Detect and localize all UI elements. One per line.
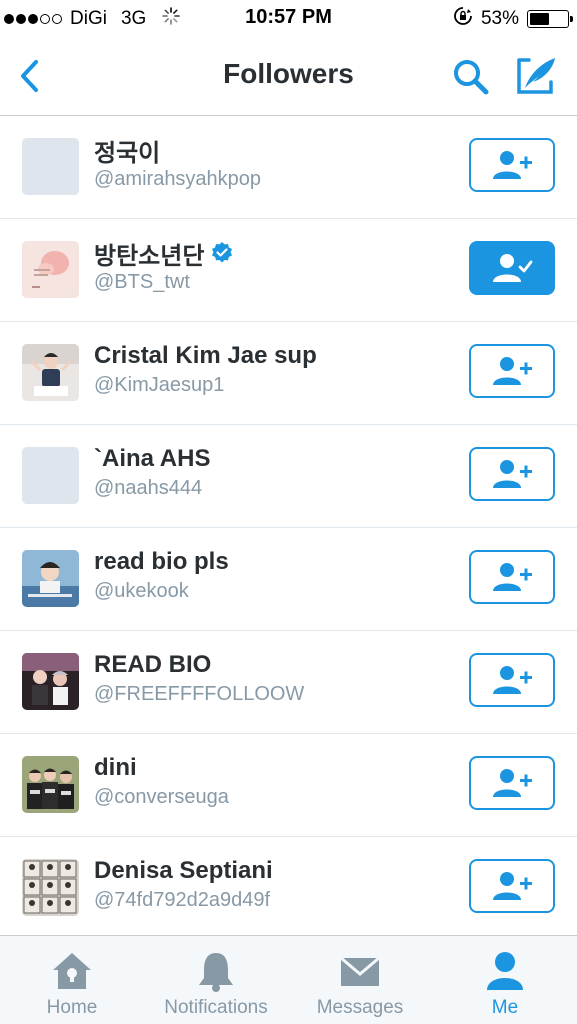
tab-label: Me — [491, 997, 519, 1018]
tab-me[interactable]: Me — [470, 936, 540, 1024]
add-user-icon — [493, 151, 532, 179]
follower-row[interactable]: 정국이 @amirahsyahkpop — [0, 116, 577, 219]
battery-level — [530, 13, 550, 25]
person-icon — [485, 950, 525, 992]
search-icon — [454, 60, 489, 95]
follow-button[interactable] — [469, 550, 555, 604]
follower-display-name: `Aina AHS — [94, 443, 454, 475]
follower-names: read bio pls @ukekook — [94, 546, 454, 603]
add-user-icon — [493, 563, 532, 591]
follower-names: dini @converseuga — [94, 752, 454, 809]
nav-bar: Followers — [0, 38, 577, 116]
avatar[interactable] — [22, 241, 79, 298]
following-button[interactable] — [469, 241, 555, 295]
follower-display-name: 정국이 — [94, 134, 454, 167]
follower-row[interactable]: READ BIO @FREEFFFFOLLOOW — [0, 631, 577, 734]
follower-handle: @amirahsyahkpop — [94, 168, 262, 190]
tab-messages[interactable]: Messages — [306, 936, 414, 1024]
battery-icon — [527, 10, 573, 28]
status-right: 53% — [453, 6, 573, 32]
tab-label: Home — [46, 997, 98, 1018]
follow-button[interactable] — [469, 344, 555, 398]
avatar[interactable] — [22, 344, 79, 401]
battery-percent: 53% — [480, 8, 519, 29]
avatar[interactable] — [22, 756, 79, 813]
follower-names: 방탄소년단 @BTS_twt — [94, 237, 454, 294]
follow-button[interactable] — [469, 859, 555, 913]
follower-name-text: Cristal Kim Jae sup — [94, 342, 317, 369]
follow-button[interactable] — [469, 756, 555, 810]
follower-handle: @BTS_twt — [94, 271, 190, 293]
bell-icon — [196, 950, 236, 992]
follower-row[interactable]: dini @converseuga — [0, 734, 577, 837]
follower-row[interactable]: Cristal Kim Jae sup @KimJaesup1 — [0, 322, 577, 425]
avatar[interactable] — [22, 550, 79, 607]
follower-display-name: Cristal Kim Jae sup — [94, 340, 454, 372]
compose-quill-icon — [517, 58, 555, 94]
add-user-icon — [493, 666, 532, 694]
follower-display-name: read bio pls — [94, 546, 454, 578]
add-user-icon — [493, 357, 532, 385]
follow-button[interactable] — [469, 138, 555, 192]
tab-label: Notifications — [164, 997, 268, 1018]
follower-handle: @FREEFFFFOLLOOW — [94, 683, 305, 705]
add-user-icon — [493, 460, 532, 488]
follower-name-text: Denisa Septiani — [94, 857, 273, 884]
follower-display-name: READ BIO — [94, 649, 454, 681]
status-bar: DiGi 3G 10:57 PM 53% — [0, 0, 577, 38]
avatar[interactable] — [22, 653, 79, 710]
envelope-icon — [339, 950, 381, 992]
tab-bar: Home Notifications Messages Me — [0, 935, 577, 1024]
add-user-icon — [493, 872, 532, 900]
avatar[interactable] — [22, 859, 79, 916]
follower-names: READ BIO @FREEFFFFOLLOOW — [94, 649, 454, 706]
follow-button[interactable] — [469, 653, 555, 707]
follower-display-name: Denisa Septiani — [94, 855, 454, 887]
search-button[interactable] — [450, 56, 492, 98]
followers-list: 정국이 @amirahsyahkpop 방탄소년단 @BTS_twt Crist… — [0, 116, 577, 940]
follower-names: Cristal Kim Jae sup @KimJaesup1 — [94, 340, 454, 397]
follower-handle: @74fd792d2a9d49f — [94, 889, 271, 911]
avatar[interactable] — [22, 138, 79, 195]
follower-handle: @naahs444 — [94, 477, 203, 499]
follower-name-text: read bio pls — [94, 548, 229, 575]
follower-handle: @ukekook — [94, 580, 189, 602]
follower-display-name: 방탄소년단 — [94, 237, 454, 270]
compose-tweet-button[interactable] — [515, 56, 559, 96]
follow-button[interactable] — [469, 447, 555, 501]
follower-row[interactable]: read bio pls @ukekook — [0, 528, 577, 631]
tab-label: Messages — [316, 997, 404, 1018]
follower-names: Denisa Septiani @74fd792d2a9d49f — [94, 855, 454, 912]
follower-name-text: `Aina AHS — [94, 445, 211, 472]
follower-row[interactable]: `Aina AHS @naahs444 — [0, 425, 577, 528]
follower-display-name: dini — [94, 752, 454, 784]
add-user-icon — [493, 769, 532, 797]
follower-names: 정국이 @amirahsyahkpop — [94, 134, 454, 191]
home-icon — [50, 950, 94, 992]
tab-notifications[interactable]: Notifications — [150, 936, 282, 1024]
follower-row[interactable]: Denisa Septiani @74fd792d2a9d49f — [0, 837, 577, 940]
rotation-lock-icon — [453, 6, 473, 32]
verified-badge-icon — [212, 242, 233, 263]
follower-names: `Aina AHS @naahs444 — [94, 443, 454, 500]
follower-name-text: dini — [94, 754, 137, 781]
follower-name-text: READ BIO — [94, 651, 212, 678]
follower-handle: @converseuga — [94, 786, 229, 808]
follower-name-text: 방탄소년단 — [94, 242, 205, 270]
follower-row[interactable]: 방탄소년단 @BTS_twt — [0, 219, 577, 322]
follower-name-text: 정국이 — [94, 139, 161, 167]
tab-home[interactable]: Home — [22, 936, 122, 1024]
follower-handle: @KimJaesup1 — [94, 374, 225, 396]
avatar[interactable] — [22, 447, 79, 504]
user-check-icon — [493, 254, 533, 282]
